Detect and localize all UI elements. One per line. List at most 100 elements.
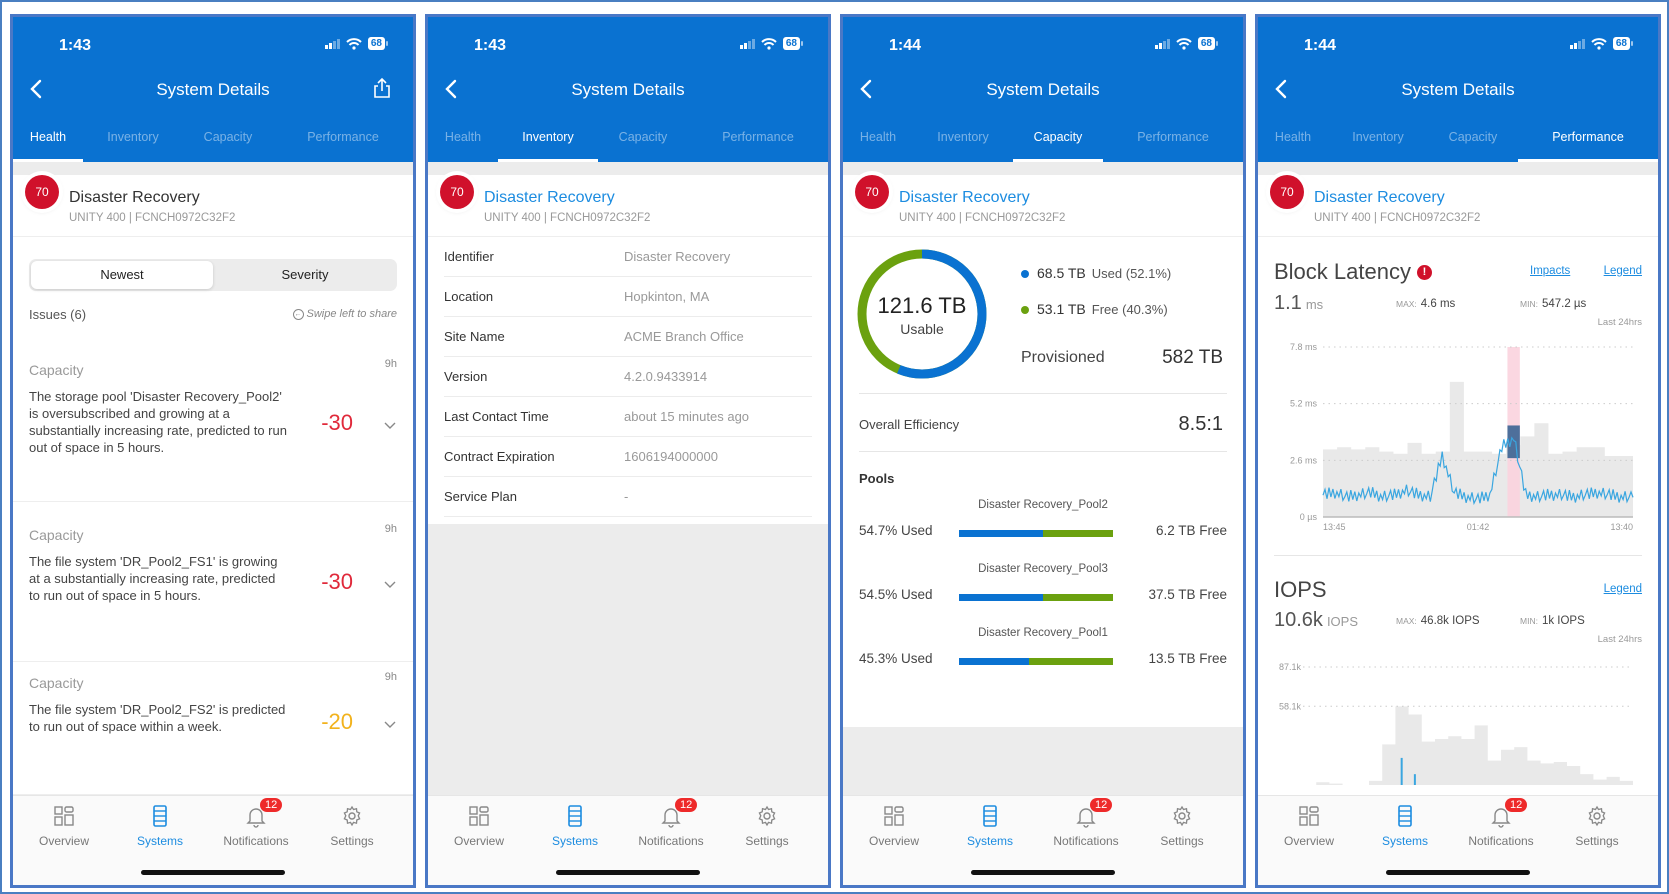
wifi-icon [761, 37, 777, 50]
pool-name: Disaster Recovery_Pool3 [978, 563, 1108, 575]
system-name[interactable]: Disaster Recovery [484, 189, 615, 207]
iops-chart[interactable]: 58.1k 87.1k [1268, 655, 1638, 785]
issue-list-item[interactable]: Capacity 9h The storage pool 'Disaster Rec… [13, 358, 413, 502]
system-summary-card[interactable]: 70 Disaster Recovery UNITY 400 | FCNCH0972… [1258, 175, 1658, 237]
nav-settings[interactable]: Settings [304, 804, 400, 848]
system-name[interactable]: Disaster Recovery [1314, 189, 1445, 207]
share-icon[interactable] [371, 77, 393, 99]
pool-usage-bar [959, 658, 1113, 665]
issue-category: Capacity [29, 527, 84, 543]
nav-notifications[interactable]: 12 Notifications [623, 798, 719, 848]
tab-inventory[interactable]: Inventory [1328, 120, 1428, 162]
home-indicator[interactable] [971, 870, 1115, 875]
nav-label: Overview [38, 834, 89, 848]
tab-performance[interactable]: Performance [1103, 120, 1243, 162]
nav-overview[interactable]: Overview [431, 804, 527, 848]
home-indicator[interactable] [1386, 870, 1530, 875]
issue-description: The file system 'DR_Pool2_FS2' is predic… [29, 702, 286, 734]
tab-health[interactable]: Health [13, 120, 83, 162]
issue-list-item[interactable]: Capacity 9h The file system 'DR_Pool2_FS2'… [13, 671, 413, 795]
battery-icon: 68 [782, 37, 804, 50]
sort-segmented-control: Newest Severity [29, 259, 397, 291]
tab-health[interactable]: Health [428, 120, 498, 162]
impacts-link[interactable]: Impacts [1530, 265, 1570, 277]
pool-name: Disaster Recovery_Pool2 [978, 499, 1108, 511]
system-name[interactable]: Disaster Recovery [899, 189, 1030, 207]
pool-usage-bar-used [959, 530, 1044, 537]
tab-health[interactable]: Health [1258, 120, 1328, 162]
block-latency-title-text: Block Latency [1274, 259, 1411, 284]
alert-icon[interactable]: ! [1416, 265, 1432, 280]
pools-heading: Pools [859, 471, 895, 486]
nav-overview[interactable]: Overview [16, 804, 112, 848]
inventory-row: Identifier Disaster Recovery [444, 237, 812, 277]
app-header: 1:43 68 System Details Health Inventory Capac… [13, 17, 413, 162]
expand-chevron-icon[interactable] [383, 717, 397, 731]
tab-inventory[interactable]: Inventory [913, 120, 1013, 162]
nav-label: Notifications [223, 834, 289, 848]
pool-used-percent: 54.5% Used [859, 587, 933, 602]
inventory-value: 4.2.0.9433914 [624, 369, 708, 384]
expand-chevron-icon[interactable] [383, 418, 397, 432]
tab-capacity[interactable]: Capacity [183, 120, 273, 162]
latency-legend-link[interactable]: Legend [1604, 265, 1642, 277]
nav-systems[interactable]: Systems [527, 804, 623, 848]
nav-settings[interactable]: Settings [719, 804, 815, 848]
nav-label: Overview [868, 834, 919, 848]
expand-chevron-icon[interactable] [383, 577, 397, 591]
nav-notifications[interactable]: 12 Notifications [208, 798, 304, 848]
block-latency-chart[interactable]: 0 µs 2.6 ms 5.2 ms 7.8 ms 13:45 01:42 13:40 [1268, 337, 1638, 542]
home-indicator[interactable] [556, 870, 700, 875]
status-time: 1:43 [59, 37, 92, 54]
health-score-badge: 70 [25, 175, 59, 209]
nav-overview[interactable]: Overview [1261, 804, 1357, 848]
tab-content: Identifier Disaster Recovery Location Hopki… [428, 237, 828, 795]
inventory-value: 1606194000000 [624, 449, 718, 464]
grid-icon [467, 804, 491, 828]
iops-legend-link[interactable]: Legend [1604, 583, 1642, 595]
nav-notifications[interactable]: 12 Notifications [1038, 798, 1134, 848]
status-time: 1:44 [1304, 37, 1337, 54]
legend-free-label: Free (40.3%) [1091, 302, 1168, 317]
tab-performance[interactable]: Performance [273, 120, 413, 162]
grid-icon [882, 804, 906, 828]
tab-inventory[interactable]: Inventory [498, 120, 598, 162]
nav-notifications[interactable]: 12 Notifications [1453, 798, 1549, 848]
nav-label: Settings [1160, 834, 1204, 848]
nav-systems[interactable]: Systems [942, 804, 1038, 848]
legend-used: 68.5 TB Used (52.1%) [1021, 265, 1171, 281]
tab-performance[interactable]: Performance [1518, 120, 1658, 162]
issue-impact-score: -20 [321, 709, 353, 734]
system-summary-card[interactable]: 70 Disaster Recovery UNITY 400 | FCNCH0972… [428, 175, 828, 237]
bell-icon: 12 [659, 798, 698, 828]
usable-capacity-value: 121.6 TB [877, 293, 967, 318]
tab-bar: Health Inventory Capacity Performance [13, 120, 413, 162]
tab-performance[interactable]: Performance [688, 120, 828, 162]
tab-health[interactable]: Health [843, 120, 913, 162]
pool-free-amount: 6.2 TB Free [1155, 523, 1227, 538]
tab-capacity[interactable]: Capacity [598, 120, 688, 162]
home-indicator[interactable] [141, 870, 285, 875]
nav-systems[interactable]: Systems [1357, 804, 1453, 848]
inventory-row: Service Plan - [444, 477, 812, 517]
phone-screen-inventory: 1:43 68 System Details Health Inventory Capac… [425, 14, 831, 888]
nav-systems[interactable]: Systems [112, 804, 208, 848]
nav-settings[interactable]: Settings [1134, 804, 1230, 848]
status-time: 1:43 [474, 37, 507, 54]
tab-capacity[interactable]: Capacity [1428, 120, 1518, 162]
inventory-key: Service Plan [444, 489, 517, 504]
x-tick-label: 01:42 [1467, 522, 1490, 532]
divider [1274, 555, 1642, 556]
issue-list-item[interactable]: Capacity 9h The file system 'DR_Pool2_FS1'… [13, 523, 413, 662]
nav-overview[interactable]: Overview [846, 804, 942, 848]
tab-capacity[interactable]: Capacity [1013, 120, 1103, 162]
nav-settings[interactable]: Settings [1549, 804, 1645, 848]
inventory-key: Site Name [444, 329, 505, 344]
sort-newest-button[interactable]: Newest [31, 261, 213, 289]
y-tick-label: 2.6 ms [1290, 455, 1318, 465]
sort-severity-button[interactable]: Severity [213, 261, 397, 289]
iops-title: IOPS [1274, 577, 1327, 602]
system-summary-card[interactable]: 70 Disaster Recovery UNITY 400 | FCNCH0972… [843, 175, 1243, 237]
legend-free-dot [1021, 306, 1029, 315]
tab-inventory[interactable]: Inventory [83, 120, 183, 162]
